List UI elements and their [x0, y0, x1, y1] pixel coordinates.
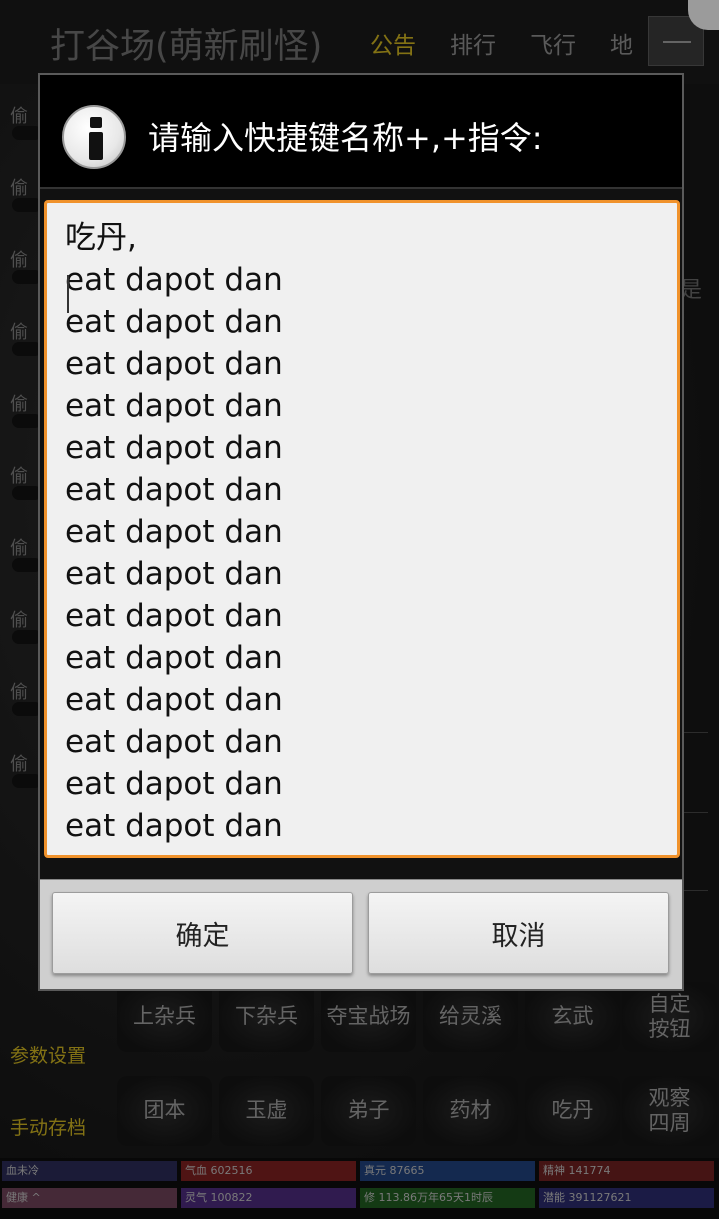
info-icon [62, 105, 126, 169]
dialog-header: 请输入快捷键名称+,+指令: [40, 75, 682, 187]
dialog-title: 请输入快捷键名称+,+指令: [148, 119, 543, 157]
cancel-button[interactable]: 取消 [368, 892, 669, 974]
divider [40, 187, 682, 189]
dialog-button-bar: 确定 取消 [40, 879, 682, 989]
shortcut-command-input[interactable]: 吃丹, eat dapot dan eat dapot dan eat dapo… [44, 200, 680, 858]
input-text[interactable]: 吃丹, eat dapot dan eat dapot dan eat dapo… [65, 217, 677, 847]
shortcut-dialog: 请输入快捷键名称+,+指令: 吃丹, eat dapot dan eat dap… [38, 73, 684, 991]
text-cursor [67, 275, 69, 313]
confirm-button[interactable]: 确定 [52, 892, 353, 974]
